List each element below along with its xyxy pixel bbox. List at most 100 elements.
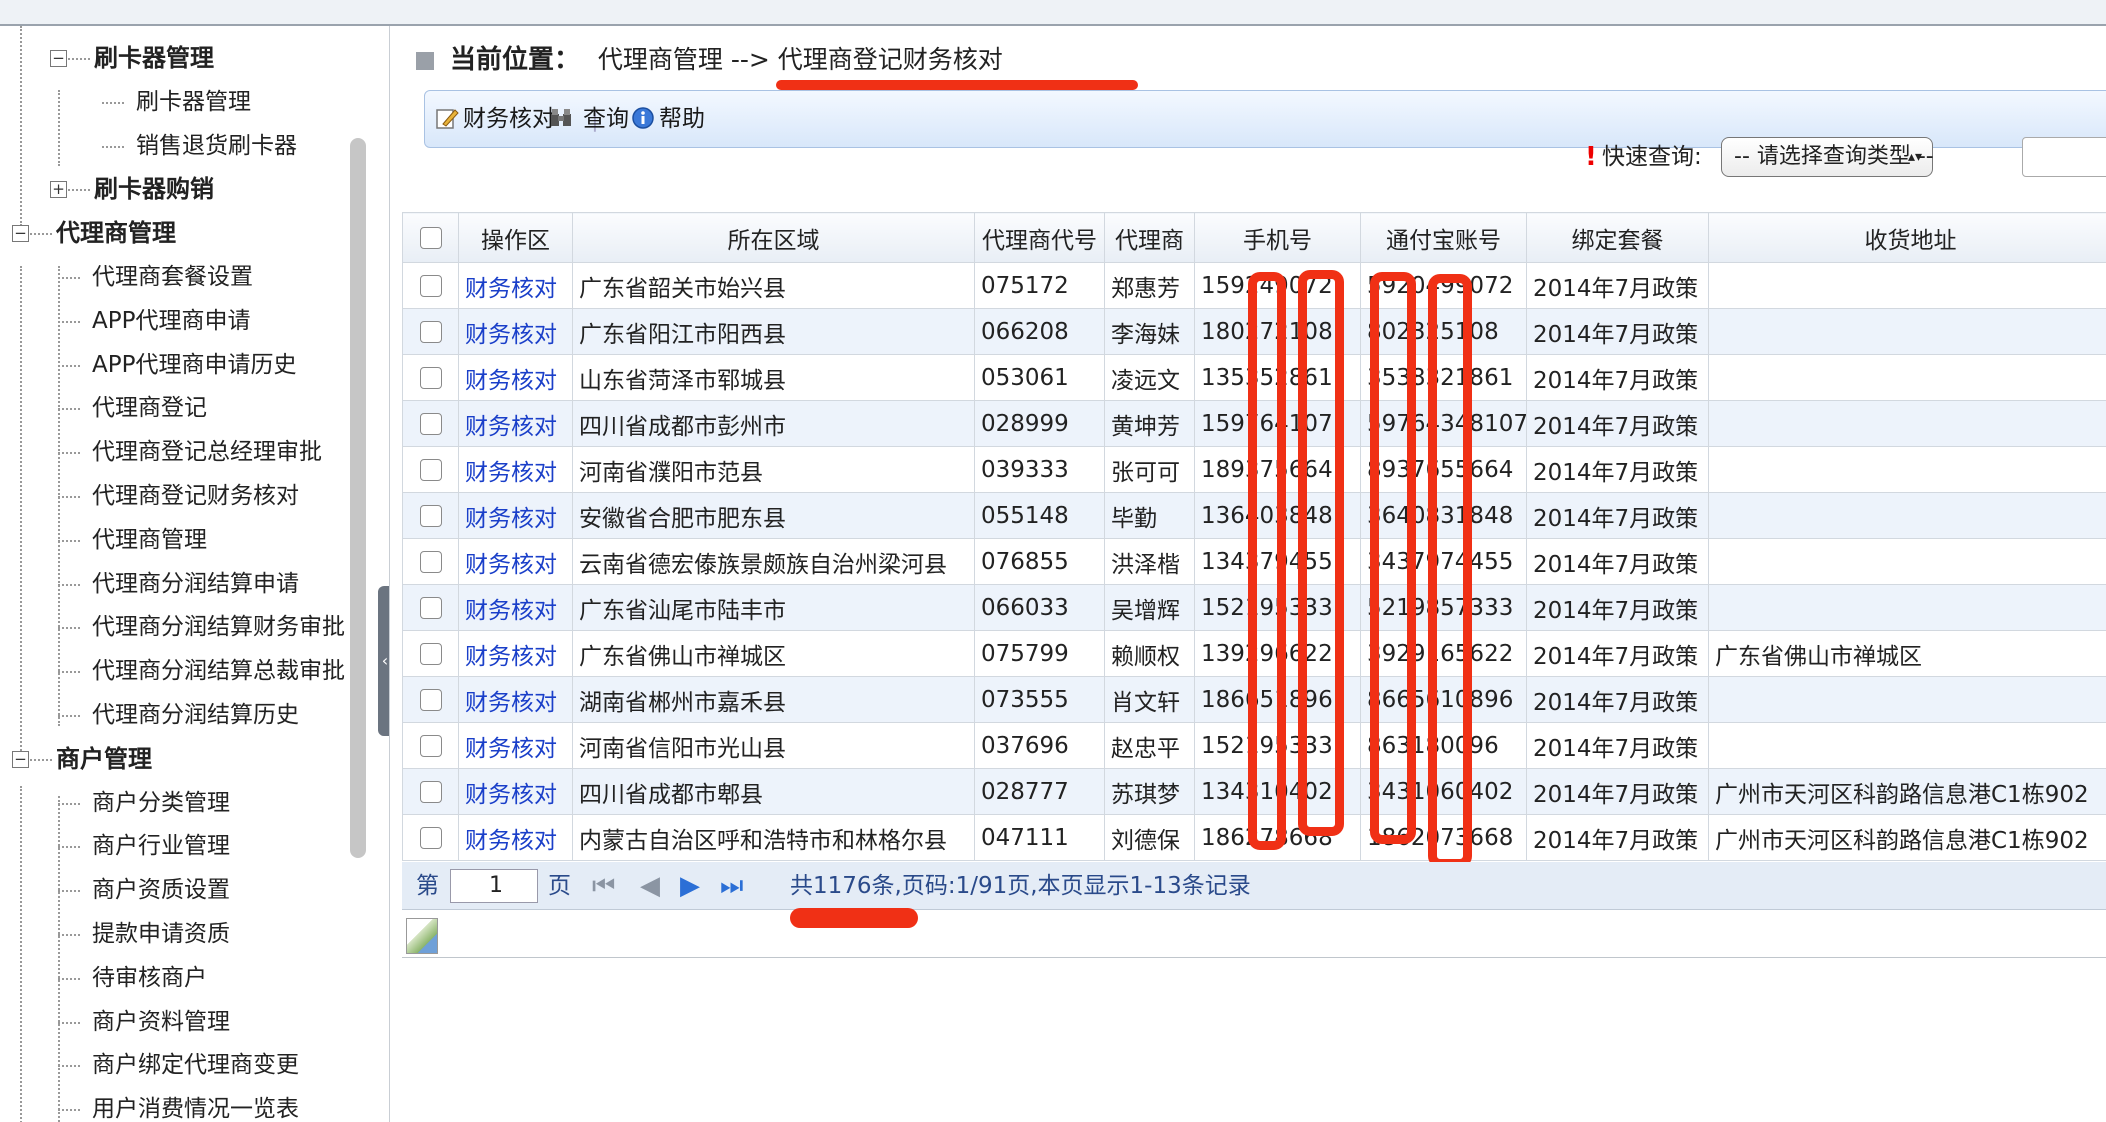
tree-dot-line bbox=[58, 802, 80, 805]
cell-plan: 2014年7月政策 bbox=[1526, 492, 1709, 539]
row-checkbox[interactable] bbox=[419, 505, 442, 527]
collapse-icon[interactable]: − bbox=[12, 225, 29, 243]
row-select-cell[interactable] bbox=[402, 400, 459, 447]
row-checkbox[interactable] bbox=[419, 735, 442, 757]
last-page-icon[interactable]: ⏭ bbox=[720, 862, 743, 910]
cell-plan: 2014年7月政策 bbox=[1526, 768, 1709, 815]
verify-link[interactable]: 财务核对 bbox=[458, 262, 573, 309]
cell-area: 四川省成都市郫县 bbox=[572, 768, 975, 815]
select-all-checkbox[interactable] bbox=[419, 227, 442, 249]
tree-dot-line bbox=[58, 890, 80, 893]
header-cell[interactable]: 收货地址 bbox=[1708, 212, 2106, 263]
cell-code: 028999 bbox=[974, 400, 1105, 447]
cell-code: 075799 bbox=[974, 630, 1105, 677]
sidebar-item-label: 提款申请资质 bbox=[92, 921, 230, 947]
verify-link[interactable]: 财务核对 bbox=[458, 354, 573, 401]
cell-area: 四川省成都市彭州市 bbox=[572, 400, 975, 447]
verify-link[interactable]: 财务核对 bbox=[458, 814, 573, 861]
row-select-cell[interactable] bbox=[402, 676, 459, 723]
row-select-cell[interactable] bbox=[402, 262, 459, 309]
grid-header-row: 操作区 所在区域 代理商代号 代理商 手机号 通付宝账号 绑定套餐 收货地址 bbox=[402, 212, 2106, 263]
row-select-cell[interactable] bbox=[402, 538, 459, 585]
cell-name: 郑惠芳 bbox=[1104, 262, 1195, 309]
header-cell[interactable]: 绑定套餐 bbox=[1526, 212, 1709, 263]
verify-link[interactable]: 财务核对 bbox=[458, 538, 573, 585]
row-select-cell[interactable] bbox=[402, 308, 459, 355]
verify-link[interactable]: 财务核对 bbox=[458, 446, 573, 493]
next-page-icon[interactable]: ▶ bbox=[680, 862, 700, 910]
sidebar-item-label: 商户资料管理 bbox=[92, 1008, 230, 1035]
verify-link[interactable]: 财务核对 bbox=[458, 722, 573, 769]
cell-code: 039333 bbox=[974, 446, 1105, 493]
row-select-cell[interactable] bbox=[402, 768, 459, 815]
row-checkbox[interactable] bbox=[419, 781, 442, 803]
cell-name: 凌远文 bbox=[1104, 354, 1195, 401]
row-select-cell[interactable] bbox=[402, 492, 459, 539]
tree-vertical-line bbox=[20, 26, 22, 226]
verify-link[interactable]: 财务核对 bbox=[458, 492, 573, 539]
quick-search-input[interactable] bbox=[2022, 137, 2106, 177]
page-number-input[interactable]: 1 bbox=[450, 869, 538, 903]
cell-name: 苏琪梦 bbox=[1104, 768, 1195, 815]
header-select-all[interactable] bbox=[402, 212, 459, 263]
tree-dot-line bbox=[102, 101, 124, 104]
row-select-cell[interactable] bbox=[402, 630, 459, 677]
sidebar-item-label: 商户绑定代理商变更 bbox=[92, 1052, 299, 1079]
header-cell[interactable]: 所在区域 bbox=[572, 212, 975, 263]
cell-address bbox=[1708, 722, 2106, 769]
prev-page-icon[interactable]: ◀ bbox=[640, 862, 660, 910]
sidebar-item-label: 代理商登记总经理审批 bbox=[92, 439, 322, 466]
cell-code: 053061 bbox=[974, 354, 1105, 401]
sidebar-collapse-handle[interactable]: ‹ bbox=[378, 586, 389, 736]
cell-code: 076855 bbox=[974, 538, 1105, 585]
row-select-cell[interactable] bbox=[402, 354, 459, 401]
pager-prefix: 第 bbox=[416, 873, 439, 899]
annotation-box-account-1 bbox=[1370, 272, 1416, 844]
verify-link[interactable]: 财务核对 bbox=[458, 768, 573, 815]
row-checkbox[interactable] bbox=[419, 459, 442, 481]
header-cell[interactable]: 代理商 bbox=[1104, 212, 1195, 263]
verify-link[interactable]: 财务核对 bbox=[458, 630, 573, 677]
row-checkbox[interactable] bbox=[419, 643, 442, 665]
row-checkbox[interactable] bbox=[419, 689, 442, 711]
row-checkbox[interactable] bbox=[419, 367, 442, 389]
verify-link[interactable]: 财务核对 bbox=[458, 676, 573, 723]
verify-link[interactable]: 财务核对 bbox=[458, 584, 573, 631]
row-checkbox[interactable] bbox=[419, 597, 442, 619]
collapse-icon[interactable]: − bbox=[50, 50, 67, 67]
row-select-cell[interactable] bbox=[402, 814, 459, 861]
first-page-icon[interactable]: ⏮ bbox=[592, 862, 615, 910]
collapse-icon[interactable]: − bbox=[12, 750, 29, 768]
row-checkbox[interactable] bbox=[419, 275, 442, 297]
header-cell[interactable]: 通付宝账号 bbox=[1360, 212, 1527, 263]
help-button[interactable]: 帮助 bbox=[631, 91, 705, 147]
sidebar-item-label: APP代理商申请 bbox=[92, 307, 251, 334]
cell-address: 广州市天河区科韵路信息港C1栋902 bbox=[1708, 768, 2106, 815]
quick-search-type-select[interactable]: -- 请选择查询类型 -- ▴▾ bbox=[1721, 137, 1934, 177]
sidebar-scrollbar[interactable] bbox=[350, 138, 366, 858]
cell-address: 广州市天河区科韵路信息港C1栋902 bbox=[1708, 814, 2106, 861]
verify-link[interactable]: 财务核对 bbox=[458, 308, 573, 355]
row-checkbox[interactable] bbox=[419, 321, 442, 343]
cell-name: 黄坤芳 bbox=[1104, 400, 1195, 447]
header-cell[interactable]: 操作区 bbox=[458, 212, 573, 263]
row-checkbox[interactable] bbox=[419, 413, 442, 435]
row-select-cell[interactable] bbox=[402, 584, 459, 631]
search-button[interactable]: 查询 bbox=[549, 91, 629, 147]
sidebar-item-label: 商户行业管理 bbox=[92, 833, 230, 860]
row-select-cell[interactable] bbox=[402, 722, 459, 769]
row-checkbox[interactable] bbox=[419, 551, 442, 573]
tree-dot-line bbox=[58, 1065, 80, 1068]
cell-plan: 2014年7月政策 bbox=[1526, 400, 1709, 447]
header-cell[interactable]: 代理商代号 bbox=[974, 212, 1105, 263]
expand-icon[interactable]: + bbox=[50, 181, 67, 199]
row-select-cell[interactable] bbox=[402, 446, 459, 493]
header-cell[interactable]: 手机号 bbox=[1194, 212, 1361, 263]
cell-plan: 2014年7月政策 bbox=[1526, 584, 1709, 631]
row-checkbox[interactable] bbox=[419, 827, 442, 849]
verify-button[interactable]: 财务核对 bbox=[435, 91, 555, 147]
query-button-label: 查询 bbox=[583, 106, 629, 132]
cell-name: 刘德保 bbox=[1104, 814, 1195, 861]
cell-plan: 2014年7月政策 bbox=[1526, 308, 1709, 355]
verify-link[interactable]: 财务核对 bbox=[458, 400, 573, 447]
